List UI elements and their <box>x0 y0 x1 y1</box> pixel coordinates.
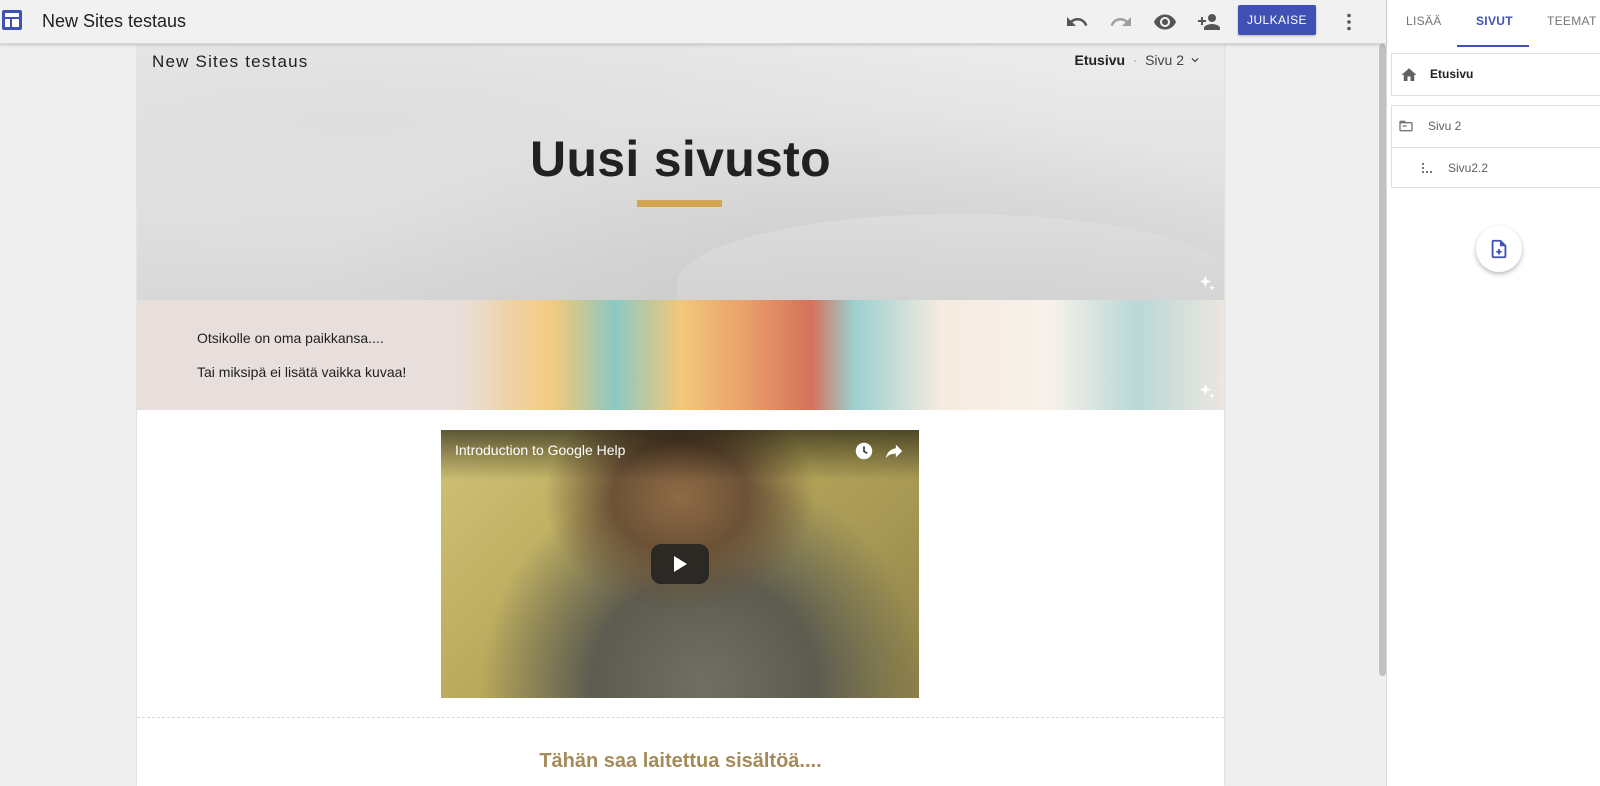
page-title[interactable]: Uusi sivusto <box>137 130 1224 188</box>
site-navigation: Etusivu · Sivu 2 <box>1075 52 1203 68</box>
sparkle-icon[interactable] <box>1197 274 1217 294</box>
app-bar: New Sites testaus JULKAISE <box>0 0 1386 44</box>
pages-item-etusivu[interactable]: Etusivu <box>1391 53 1600 96</box>
redo-icon[interactable] <box>1109 10 1133 34</box>
canvas-scrollbar[interactable] <box>1379 44 1386 786</box>
nav-item-sivu-2[interactable]: Sivu 2 <box>1145 52 1202 68</box>
nav-item-etusivu[interactable]: Etusivu <box>1075 52 1126 68</box>
subpage-icon <box>1422 163 1432 173</box>
sites-logo-icon[interactable] <box>2 10 22 30</box>
side-panel: LISÄÄ SIVUT TEEMAT Etusivu Sivu 2 Sivu2.… <box>1386 0 1600 786</box>
header-section[interactable]: New Sites testaus Etusivu · Sivu 2 Uusi … <box>137 44 1224 354</box>
document-title[interactable]: New Sites testaus <box>42 10 186 32</box>
tab-teemat[interactable]: TEEMAT <box>1547 14 1597 28</box>
site-name[interactable]: New Sites testaus <box>152 52 308 72</box>
tab-sivut[interactable]: SIVUT <box>1476 14 1513 28</box>
play-button[interactable] <box>651 544 709 584</box>
section-divider <box>137 717 1224 718</box>
pages-group-sivu-2: Sivu 2 Sivu2.2 <box>1391 105 1600 188</box>
more-vert-icon[interactable] <box>1337 10 1361 34</box>
pages-item-sivu-2[interactable]: Sivu 2 <box>1392 106 1600 147</box>
nav-item-sivu-2-label: Sivu 2 <box>1145 52 1184 68</box>
clock-icon[interactable] <box>853 440 875 462</box>
undo-icon[interactable] <box>1065 10 1089 34</box>
play-icon <box>674 556 687 572</box>
title-underline <box>637 200 722 207</box>
content-heading[interactable]: Tähän saa laitettua sisältöä.... <box>137 750 1224 773</box>
pages-item-label: Etusivu <box>1430 67 1474 81</box>
nav-separator: · <box>1133 53 1138 67</box>
pages-item-label: Sivu 2 <box>1428 119 1462 133</box>
tab-lisaa[interactable]: LISÄÄ <box>1406 14 1442 28</box>
pages-item-sivu2-2[interactable]: Sivu2.2 <box>1392 148 1600 189</box>
eye-icon[interactable] <box>1153 10 1177 34</box>
home-icon <box>1401 68 1417 81</box>
video-title[interactable]: Introduction to Google Help <box>455 442 625 458</box>
site-canvas[interactable]: New Sites testaus Etusivu · Sivu 2 Uusi … <box>137 44 1224 786</box>
sparkle-icon[interactable] <box>1197 382 1217 402</box>
youtube-video-embed[interactable]: Introduction to Google Help <box>441 430 919 698</box>
active-tab-indicator <box>1457 45 1529 47</box>
publish-button[interactable]: JULKAISE <box>1238 5 1316 35</box>
image-band-section[interactable]: Otsikolle on oma paikkansa.... Tai miksi… <box>137 300 1224 410</box>
share-arrow-icon[interactable] <box>883 440 905 462</box>
add-page-icon <box>1491 239 1507 259</box>
band-text-line-2[interactable]: Tai miksipä ei lisätä vaikka kuvaa! <box>197 364 406 380</box>
add-page-button[interactable] <box>1476 226 1522 272</box>
panel-tabs: LISÄÄ SIVUT TEEMAT <box>1387 0 1600 47</box>
canvas-scrollbar-thumb[interactable] <box>1379 44 1386 676</box>
pages-item-label: Sivu2.2 <box>1448 161 1489 175</box>
band-text-line-1[interactable]: Otsikolle on oma paikkansa.... <box>197 330 384 346</box>
chevron-down-icon <box>1191 58 1199 63</box>
add-person-icon[interactable] <box>1197 10 1221 34</box>
folder-icon <box>1399 120 1413 132</box>
